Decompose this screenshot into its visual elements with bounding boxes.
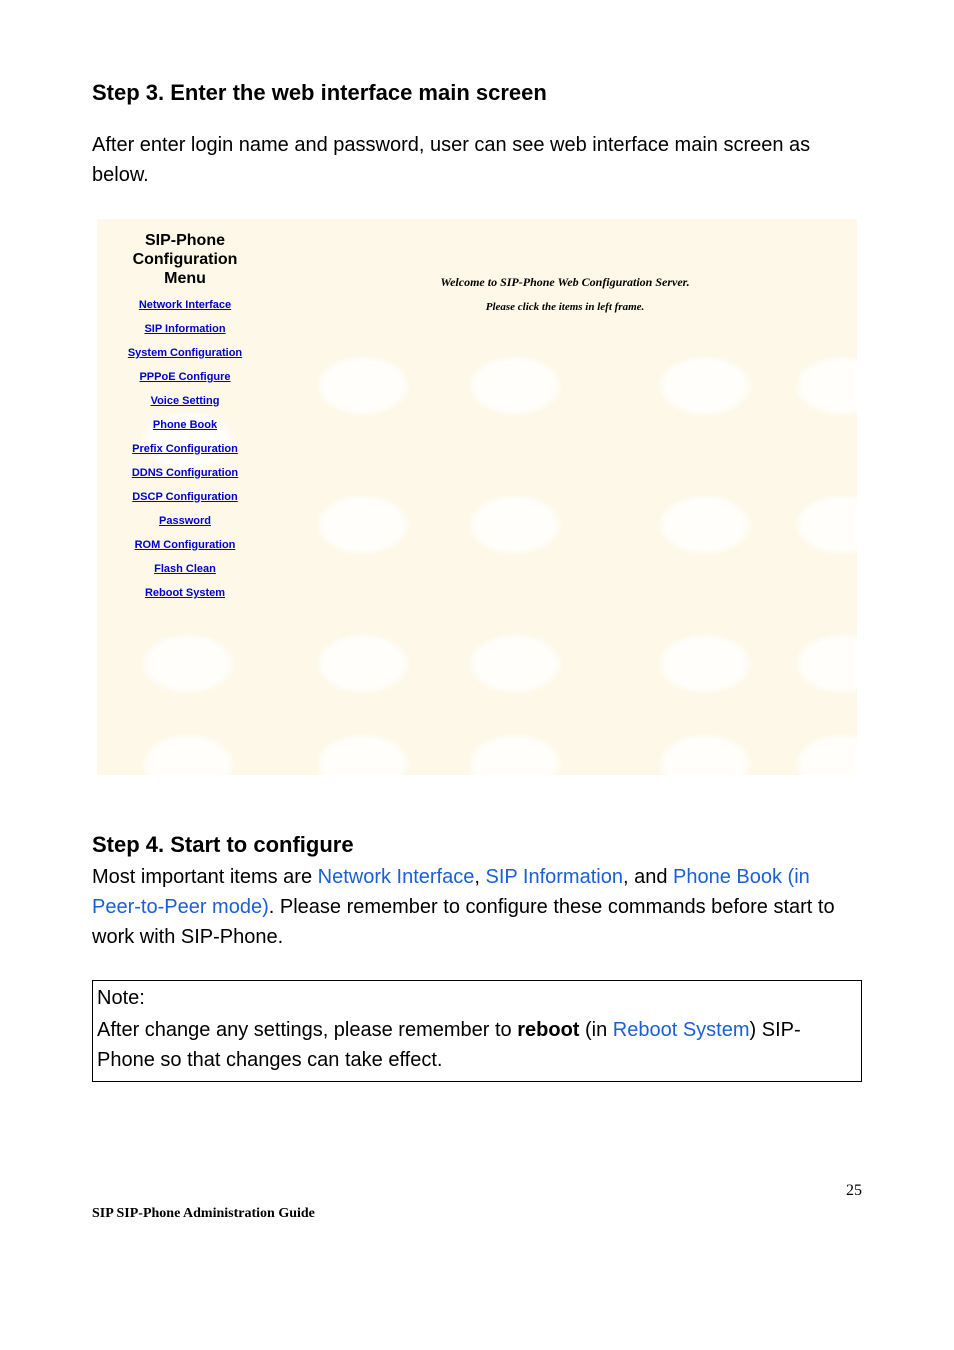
note-reboot-word: reboot <box>517 1019 579 1041</box>
note-box: Note: After change any settings, please … <box>92 980 862 1082</box>
menu-link-network-interface[interactable]: Network Interface <box>101 299 269 311</box>
embedded-screenshot: SIP-Phone Configuration Menu Network Int… <box>96 218 858 776</box>
menu-link-system-configuration[interactable]: System Configuration <box>101 347 269 359</box>
menu-link-prefix-configuration[interactable]: Prefix Configuration <box>101 443 269 455</box>
config-menu-sidebar: SIP-Phone Configuration Menu Network Int… <box>97 219 273 775</box>
screenshot-layout: SIP-Phone Configuration Menu Network Int… <box>97 219 857 775</box>
menu-title-line3: Menu <box>164 270 206 287</box>
menu-link-rom-configuration[interactable]: ROM Configuration <box>101 539 269 551</box>
screenshot-main-pane: Welcome to SIP-Phone Web Configuration S… <box>273 219 857 775</box>
menu-link-dscp-configuration[interactable]: DSCP Configuration <box>101 491 269 503</box>
step3-title: Step 3. Enter the web interface main scr… <box>92 80 862 106</box>
note-text-1: After change any settings, please rememb… <box>97 1019 517 1041</box>
menu-link-reboot-system[interactable]: Reboot System <box>101 587 269 599</box>
link-sip-information: SIP Information <box>485 866 622 888</box>
menu-title: SIP-Phone Configuration Menu <box>101 231 269 289</box>
step4-sep1: , <box>474 866 485 888</box>
document-page: Step 3. Enter the web interface main scr… <box>0 0 954 1350</box>
page-number: 25 <box>846 1182 862 1200</box>
note-body: After change any settings, please rememb… <box>97 1015 857 1075</box>
menu-link-password[interactable]: Password <box>101 515 269 527</box>
menu-title-line2: Configuration <box>133 251 238 268</box>
link-reboot-system: Reboot System <box>613 1019 750 1041</box>
link-network-interface: Network Interface <box>318 866 475 888</box>
footer-text: SIP SIP-Phone Administration Guide <box>92 1206 315 1222</box>
menu-link-phone-book[interactable]: Phone Book <box>101 419 269 431</box>
welcome-text: Welcome to SIP-Phone Web Configuration S… <box>273 275 857 290</box>
step4-sep2: , and <box>623 866 673 888</box>
note-text-2: (in <box>579 1019 612 1041</box>
menu-link-pppoe-configure[interactable]: PPPoE Configure <box>101 371 269 383</box>
step4-text-1: Most important items are <box>92 866 318 888</box>
menu-link-voice-setting[interactable]: Voice Setting <box>101 395 269 407</box>
note-label: Note: <box>97 983 857 1013</box>
menu-link-flash-clean[interactable]: Flash Clean <box>101 563 269 575</box>
menu-link-sip-information[interactable]: SIP Information <box>101 323 269 335</box>
step4-paragraph: Most important items are Network Interfa… <box>92 862 862 952</box>
menu-title-line1: SIP-Phone <box>145 232 225 249</box>
step4-title: Step 4. Start to configure <box>92 832 862 858</box>
please-click-text: Please click the items in left frame. <box>273 301 857 313</box>
menu-link-ddns-configuration[interactable]: DDNS Configuration <box>101 467 269 479</box>
step3-paragraph: After enter login name and password, use… <box>92 130 862 190</box>
